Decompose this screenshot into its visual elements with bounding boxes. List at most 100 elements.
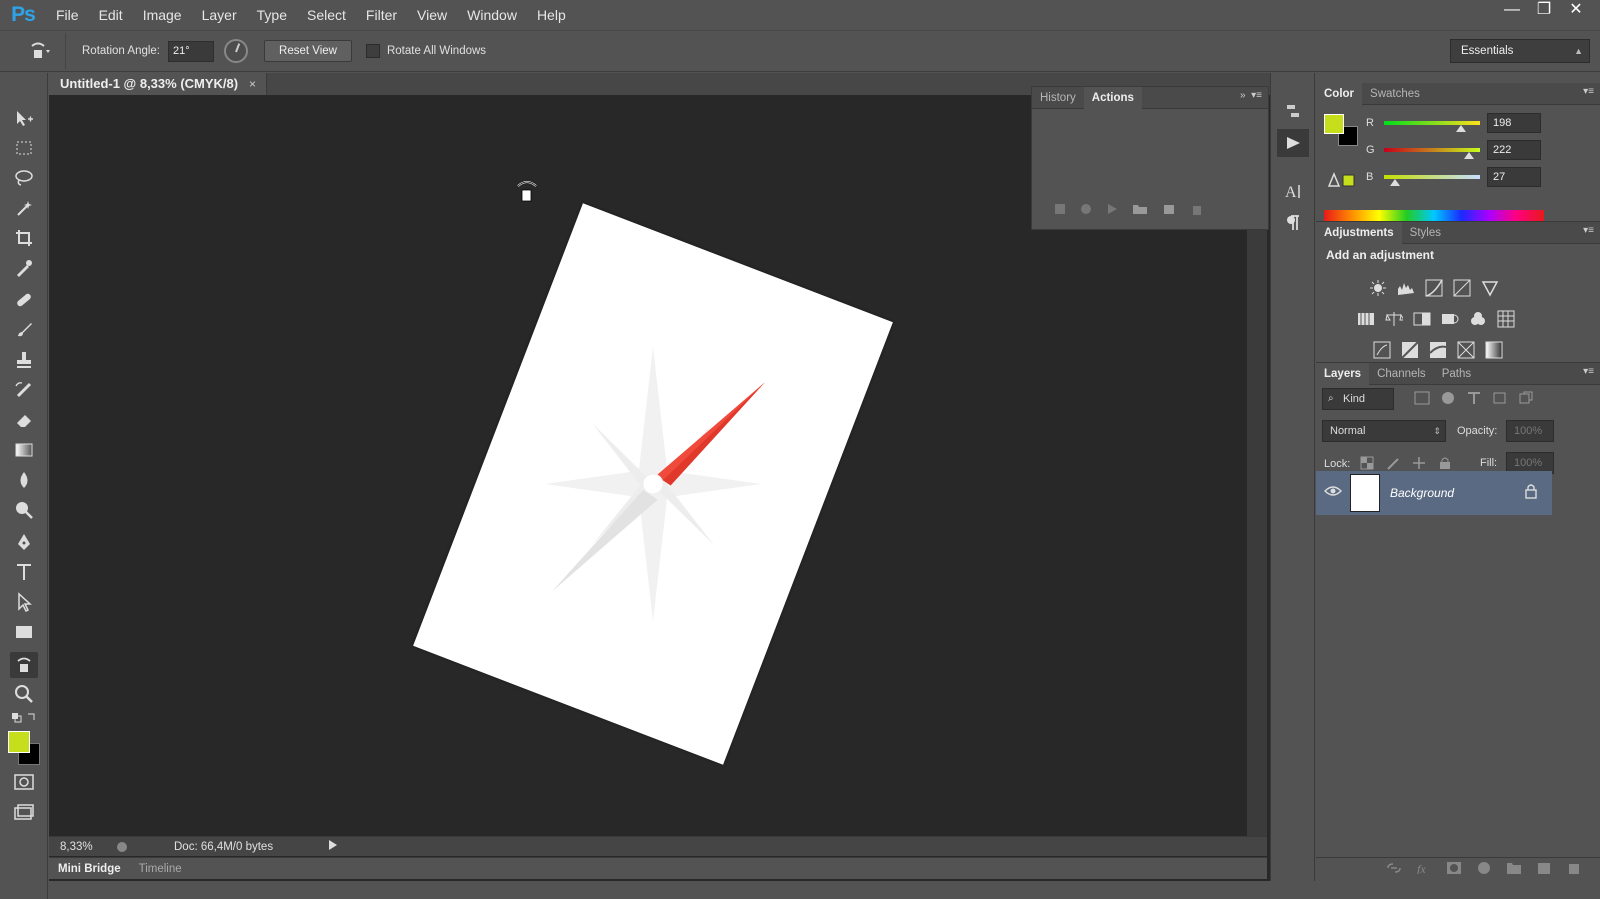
rotation-angle-input[interactable]: 21° — [168, 40, 215, 62]
posterize-icon[interactable] — [1400, 340, 1420, 360]
red-slider[interactable]: R — [1366, 113, 1480, 133]
brightness-contrast-icon[interactable] — [1368, 278, 1388, 298]
filter-adjustment-icon[interactable] — [1440, 391, 1456, 408]
color-foreground-swatch[interactable] — [1324, 114, 1344, 134]
blur-tool-icon[interactable] — [10, 467, 38, 493]
rotation-dial[interactable] — [224, 39, 249, 63]
tab-actions[interactable]: Actions — [1083, 86, 1142, 109]
new-action-icon[interactable] — [1162, 203, 1176, 218]
menu-image[interactable]: Image — [133, 0, 192, 30]
character-panel-icon[interactable]: A — [1277, 177, 1309, 205]
foreground-background-swatches[interactable] — [8, 731, 44, 767]
menu-layer[interactable]: Layer — [192, 0, 247, 30]
color-lookup-icon[interactable] — [1496, 309, 1516, 329]
zoom-tool-icon[interactable] — [10, 681, 38, 707]
menu-filter[interactable]: Filter — [356, 0, 407, 30]
history-panel-icon[interactable] — [1277, 97, 1309, 125]
layer-row-background[interactable]: Background — [1316, 471, 1552, 515]
close-window-button[interactable]: ✕ — [1560, 0, 1592, 22]
panel-menu-icon[interactable]: ▾≡ — [1583, 225, 1594, 236]
black-white-icon[interactable] — [1412, 309, 1432, 329]
menu-select[interactable]: Select — [297, 0, 356, 30]
levels-icon[interactable] — [1396, 278, 1416, 298]
tab-paths[interactable]: Paths — [1434, 363, 1479, 385]
visibility-eye-icon[interactable] — [1324, 485, 1342, 500]
minimize-button[interactable]: — — [1496, 0, 1528, 22]
menu-type[interactable]: Type — [247, 0, 297, 30]
menu-file[interactable]: File — [46, 0, 89, 30]
red-value-input[interactable]: 198 — [1487, 113, 1541, 133]
delete-icon[interactable] — [1190, 203, 1204, 218]
rectangle-tool-icon[interactable] — [10, 619, 38, 645]
tool-preset-picker[interactable] — [12, 33, 66, 69]
gradient-tool-icon[interactable] — [10, 437, 38, 463]
tab-channels[interactable]: Channels — [1369, 363, 1434, 385]
clone-stamp-tool-icon[interactable] — [10, 347, 38, 373]
lasso-tool-icon[interactable] — [10, 165, 38, 191]
history-brush-tool-icon[interactable] — [10, 377, 38, 403]
link-layers-icon[interactable] — [1386, 862, 1402, 877]
healing-brush-tool-icon[interactable] — [10, 287, 38, 313]
new-adjustment-layer-icon[interactable] — [1476, 861, 1492, 878]
add-mask-icon[interactable] — [1446, 861, 1462, 878]
blue-slider[interactable]: B — [1366, 167, 1480, 187]
record-icon[interactable] — [1080, 203, 1092, 218]
green-slider[interactable]: G — [1366, 140, 1480, 160]
status-menu-arrow-icon[interactable] — [328, 839, 338, 854]
zoom-level[interactable]: 8,33% — [60, 841, 112, 853]
stop-icon[interactable] — [1054, 203, 1066, 218]
panel-menu-icon[interactable]: » ▾≡ — [1240, 90, 1262, 101]
tab-layers[interactable]: Layers — [1316, 362, 1370, 385]
menu-view[interactable]: View — [407, 0, 457, 30]
brush-tool-icon[interactable] — [10, 317, 38, 343]
menu-window[interactable]: Window — [457, 0, 527, 30]
photo-filter-icon[interactable] — [1440, 309, 1460, 329]
panel-menu-icon[interactable]: ▾≡ — [1583, 86, 1594, 97]
color-balance-icon[interactable] — [1384, 309, 1404, 329]
filter-shape-icon[interactable] — [1492, 391, 1508, 408]
magic-wand-tool-icon[interactable] — [10, 195, 38, 221]
reset-view-button[interactable]: Reset View — [264, 40, 352, 62]
type-tool-icon[interactable] — [10, 559, 38, 585]
filter-pixel-icon[interactable] — [1414, 391, 1430, 408]
blend-mode-select[interactable]: Normal ⇕ — [1322, 420, 1446, 442]
tab-color[interactable]: Color — [1316, 82, 1363, 105]
actions-panel-icon[interactable] — [1277, 129, 1309, 157]
tab-history[interactable]: History — [1032, 87, 1084, 109]
tab-mini-bridge[interactable]: Mini Bridge — [49, 863, 130, 875]
swap-colors-icon[interactable] — [10, 709, 38, 725]
eyedropper-tool-icon[interactable] — [10, 255, 38, 281]
channel-mixer-icon[interactable] — [1468, 309, 1488, 329]
workspace-select[interactable]: Essentials ▲ — [1450, 39, 1590, 63]
marquee-tool-icon[interactable] — [10, 135, 38, 161]
rotate-view-tool-icon[interactable] — [10, 652, 38, 678]
close-document-icon[interactable]: × — [249, 73, 256, 95]
invert-icon[interactable] — [1372, 340, 1392, 360]
gradient-map-icon[interactable] — [1484, 340, 1504, 360]
exposure-icon[interactable] — [1452, 278, 1472, 298]
tab-styles[interactable]: Styles — [1402, 222, 1449, 244]
filter-smart-object-icon[interactable] — [1518, 391, 1534, 408]
rotate-all-windows-checkbox[interactable] — [365, 44, 380, 58]
filter-type-icon[interactable] — [1466, 391, 1482, 408]
green-value-input[interactable]: 222 — [1487, 140, 1541, 160]
new-group-icon[interactable] — [1506, 861, 1522, 878]
new-set-icon[interactable] — [1132, 203, 1148, 218]
out-of-gamut-warning-icon[interactable] — [1327, 172, 1358, 191]
crop-tool-icon[interactable] — [10, 225, 38, 251]
layer-filter-kind-select[interactable]: ⌕ Kind — [1322, 388, 1394, 410]
tab-swatches[interactable]: Swatches — [1362, 83, 1428, 105]
foreground-color-swatch[interactable] — [8, 731, 30, 753]
blue-value-input[interactable]: 27 — [1487, 167, 1541, 187]
curves-icon[interactable] — [1424, 278, 1444, 298]
menu-help[interactable]: Help — [527, 0, 576, 30]
delete-layer-icon[interactable] — [1566, 861, 1582, 878]
move-tool-icon[interactable] — [10, 105, 38, 131]
eraser-tool-icon[interactable] — [10, 407, 38, 433]
layer-thumbnail[interactable] — [1350, 474, 1380, 512]
vibrance-icon[interactable] — [1480, 278, 1500, 298]
new-layer-icon[interactable] — [1536, 861, 1552, 878]
layer-style-icon[interactable]: fx — [1416, 862, 1432, 877]
menu-edit[interactable]: Edit — [89, 0, 133, 30]
opacity-input[interactable]: 100% — [1506, 420, 1554, 442]
